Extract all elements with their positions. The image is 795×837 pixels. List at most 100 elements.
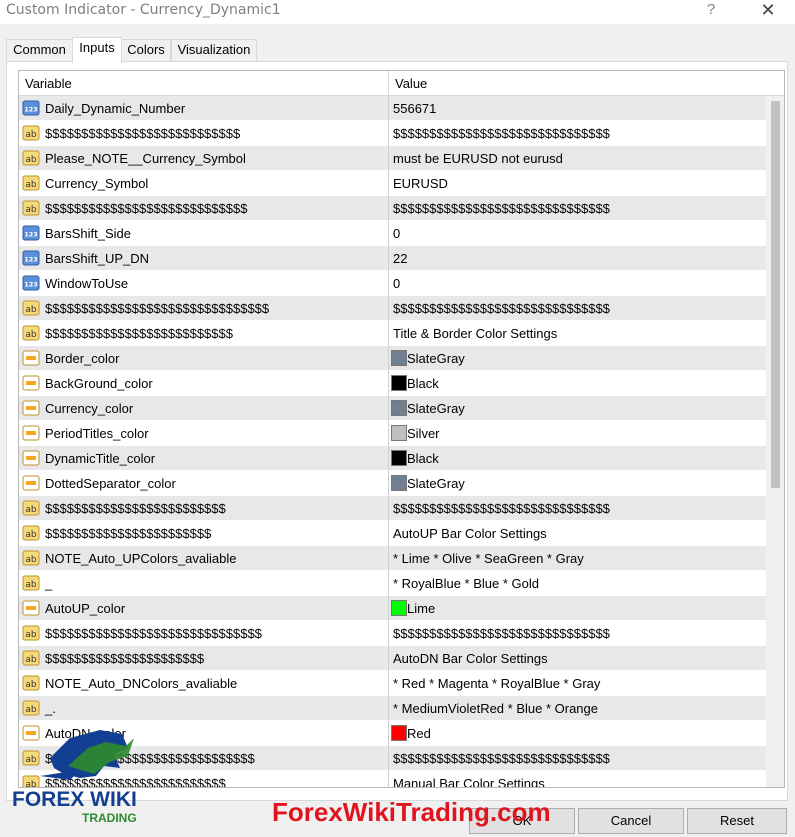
inputs-panel: Variable Value 123 Daily_Dynamic_Number 55… (6, 61, 788, 801)
table-row[interactable]: PeriodTitles_color Silver (19, 421, 766, 446)
inputs-table: Variable Value 123 Daily_Dynamic_Number 55… (18, 70, 785, 788)
table-row[interactable]: Currency_color SlateGray (19, 396, 766, 421)
svg-text:ab: ab (25, 705, 37, 715)
table-row[interactable]: BackGround_color Black (19, 371, 766, 396)
string-icon: ab (22, 699, 40, 717)
table-row[interactable]: ab$$$$$$$$$$$$$$$$$$$$$$$$$$$$$$$$$$$$$$… (19, 621, 766, 646)
value-cell[interactable]: * Lime * Olive * SeaGreen * Gray (393, 546, 584, 571)
table-row[interactable]: DottedSeparator_color SlateGray (19, 471, 766, 496)
table-row[interactable]: 123 BarsShift_Side 0 (19, 221, 766, 246)
color-swatch[interactable] (391, 400, 407, 416)
value-cell[interactable]: 0 (393, 221, 400, 246)
table-row[interactable]: 123 BarsShift_UP_DN 22 (19, 246, 766, 271)
table-header: Variable Value (19, 71, 784, 96)
svg-text:ab: ab (25, 130, 37, 140)
table-row[interactable]: ab $$$$$$$$$$$$$$$$$$$$$$ AutoDN Bar Color… (19, 646, 766, 671)
value-cell[interactable]: Black (407, 446, 439, 471)
column-divider[interactable] (388, 71, 389, 96)
value-cell[interactable]: AutoDN Bar Color Settings (393, 646, 548, 671)
cell-divider (388, 396, 389, 421)
value-cell[interactable]: $$$$$$$$$$$$$$$$$$$$$$$$$$$$$$ (393, 296, 610, 321)
table-row[interactable]: Border_color SlateGray (19, 346, 766, 371)
value-cell[interactable]: Silver (407, 421, 440, 446)
table-row[interactable]: ab$$$$$$$$$$$$$$$$$$$$$$$$$$$$$$$$$$$$$$… (19, 121, 766, 146)
table-row[interactable]: ab _ * RoyalBlue * Blue * Gold (19, 571, 766, 596)
table-row[interactable]: 123 Daily_Dynamic_Number 556671 (19, 96, 766, 121)
color-swatch[interactable] (391, 350, 407, 366)
color-icon (22, 399, 40, 417)
variable-name: Daily_Dynamic_Number (45, 101, 186, 116)
variable-name: Currency_color (45, 401, 134, 416)
cancel-button[interactable]: Cancel (578, 808, 684, 834)
value-cell[interactable]: * Red * Magenta * RoyalBlue * Gray (393, 671, 600, 696)
cell-divider (388, 321, 389, 346)
value-cell[interactable]: SlateGray (407, 396, 465, 421)
color-icon (22, 424, 40, 442)
value-cell[interactable]: $$$$$$$$$$$$$$$$$$$$$$$$$$$$$$ (393, 746, 610, 771)
table-row[interactable]: ab Please_NOTE__Currency_Symbol must be E… (19, 146, 766, 171)
value-cell[interactable]: * RoyalBlue * Blue * Gold (393, 571, 539, 596)
table-row[interactable]: AutoUP_color Lime (19, 596, 766, 621)
table-row[interactable]: ab $$$$$$$$$$$$$$$$$$$$$$$$$$ Title & Bord… (19, 321, 766, 346)
table-row[interactable]: ab $$$$$$$$$$$$$$$$$$$$$$$ AutoUP Bar Colo… (19, 521, 766, 546)
value-cell[interactable]: $$$$$$$$$$$$$$$$$$$$$$$$$$$$$$ (393, 496, 610, 521)
value-cell[interactable]: must be EURUSD not eurusd (393, 146, 563, 171)
value-cell[interactable]: AutoUP Bar Color Settings (393, 521, 547, 546)
table-row[interactable]: ab NOTE_Auto_UPColors_avaliable * Lime * O… (19, 546, 766, 571)
value-cell[interactable]: 22 (393, 246, 407, 271)
value-cell[interactable]: Black (407, 371, 439, 396)
table-row[interactable]: ab$$$$$$$$$$$$$$$$$$$$$$$$$$$$$$$$$$$$$$… (19, 196, 766, 221)
value-cell[interactable]: SlateGray (407, 471, 465, 496)
value-cell[interactable]: EURUSD (393, 171, 448, 196)
value-cell[interactable]: SlateGray (407, 346, 465, 371)
value-cell[interactable]: $$$$$$$$$$$$$$$$$$$$$$$$$$$$$$ (393, 121, 610, 146)
help-button[interactable]: ? (700, 0, 722, 20)
variable-name: Please_NOTE__Currency_Symbol (45, 151, 246, 166)
color-swatch[interactable] (391, 725, 407, 741)
string-icon: ab (22, 624, 40, 642)
color-swatch[interactable] (391, 475, 407, 491)
value-cell[interactable]: 556671 (393, 96, 436, 121)
table-row[interactable]: DynamicTitle_color Black (19, 446, 766, 471)
tab-visualization[interactable]: Visualization (171, 39, 257, 61)
tab-common[interactable]: Common (6, 39, 73, 61)
tab-colors[interactable]: Colors (121, 39, 171, 61)
string-icon: ab (22, 174, 40, 192)
tab-inputs[interactable]: Inputs (72, 37, 122, 63)
value-cell[interactable]: Title & Border Color Settings (393, 321, 557, 346)
color-swatch[interactable] (391, 375, 407, 391)
color-swatch[interactable] (391, 600, 407, 616)
column-header-variable[interactable]: Variable (25, 71, 72, 96)
svg-text:ab: ab (25, 555, 37, 565)
color-icon (22, 374, 40, 392)
cell-divider (388, 596, 389, 621)
value-cell[interactable]: Manual Bar Color Settings (393, 771, 545, 787)
color-icon (22, 599, 40, 617)
value-cell[interactable]: $$$$$$$$$$$$$$$$$$$$$$$$$$$$$$ (393, 196, 610, 221)
table-row[interactable]: ab NOTE_Auto_DNColors_avaliable * Red * Ma… (19, 671, 766, 696)
variable-name: NOTE_Auto_UPColors_avaliable (45, 551, 237, 566)
value-cell[interactable]: Red (407, 721, 431, 746)
table-row[interactable]: ab$$$$$$$$$$$$$$$$$$$$$$$$$$$$$$$$$$$$$$… (19, 496, 766, 521)
color-swatch[interactable] (391, 450, 407, 466)
string-icon: ab (22, 199, 40, 217)
cell-divider (388, 271, 389, 296)
close-button[interactable]: ✕ (756, 0, 780, 20)
table-row[interactable]: 123 WindowToUse 0 (19, 271, 766, 296)
value-cell[interactable]: Lime (407, 596, 435, 621)
reset-button[interactable]: Reset (687, 808, 787, 834)
scrollbar-thumb[interactable] (771, 101, 780, 488)
svg-text:123: 123 (24, 256, 38, 264)
column-header-value[interactable]: Value (395, 71, 427, 96)
color-swatch[interactable] (391, 425, 407, 441)
cell-divider (388, 296, 389, 321)
table-row[interactable]: ab Currency_Symbol EURUSD (19, 171, 766, 196)
value-cell[interactable]: * MediumVioletRed * Blue * Orange (393, 696, 598, 721)
logo-subtext: TRADING (82, 811, 137, 825)
value-cell[interactable]: $$$$$$$$$$$$$$$$$$$$$$$$$$$$$$ (393, 621, 610, 646)
color-icon (22, 449, 40, 467)
number-icon: 123 (22, 274, 40, 292)
vertical-scrollbar[interactable]: ▲ (766, 96, 784, 787)
table-row[interactable]: ab$$$$$$$$$$$$$$$$$$$$$$$$$$$$$$$$$$$$$$… (19, 296, 766, 321)
value-cell[interactable]: 0 (393, 271, 400, 296)
